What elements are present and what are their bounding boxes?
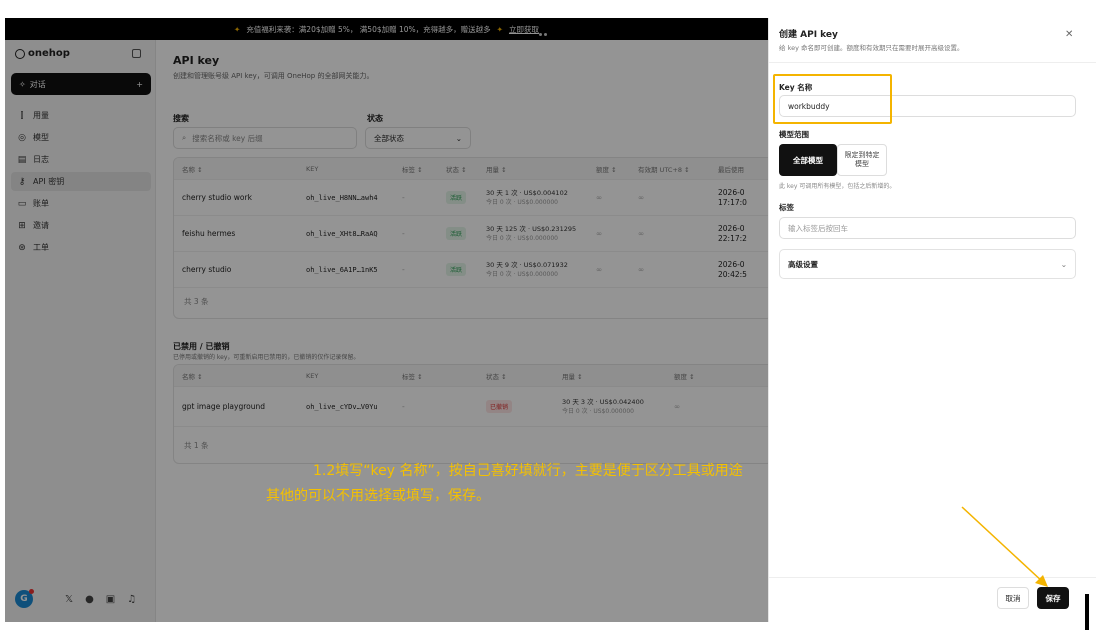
close-icon[interactable]: ✕: [1065, 29, 1073, 40]
text-cursor: [1085, 594, 1089, 630]
app-window: ✦ 充值福利来袭：满20$加赠 5%， 满50$加赠 10%，充得越多，赠送越多…: [5, 18, 1096, 622]
tag-input[interactable]: 输入标签后按回车: [779, 217, 1076, 239]
model-scope-label: 模型范围: [779, 130, 809, 139]
divider: [769, 577, 1096, 578]
advanced-settings-toggle[interactable]: 高级设置 ⌄: [779, 249, 1076, 279]
cancel-button[interactable]: 取消: [997, 587, 1029, 609]
drawer-title: 创建 API key: [779, 30, 838, 40]
annotation-line-2: 其他的可以不用选择或填写，保存。: [266, 488, 490, 504]
annotation-line-1: 1.2填写“key 名称”，按自己喜好填就行，主要是便于区分工具或用途: [313, 463, 743, 479]
advanced-settings-label: 高级设置: [788, 259, 818, 269]
scope-specific-models-button[interactable]: 限定到特定模型: [837, 144, 887, 176]
save-button[interactable]: 保存: [1037, 587, 1069, 609]
scope-hint: 此 key 可调用所有模型，包括之后新增的。: [779, 183, 896, 190]
modal-backdrop[interactable]: [5, 18, 768, 622]
tag-label: 标签: [779, 203, 794, 212]
divider: [769, 62, 1096, 63]
highlight-box: [773, 74, 892, 124]
drawer-subtitle: 给 key 命名即可创建。额度和有效期只在需要时展开高级设置。: [779, 44, 964, 52]
chevron-down-icon: ⌄: [1060, 259, 1067, 269]
scope-all-models-button[interactable]: 全部模型: [779, 144, 837, 176]
